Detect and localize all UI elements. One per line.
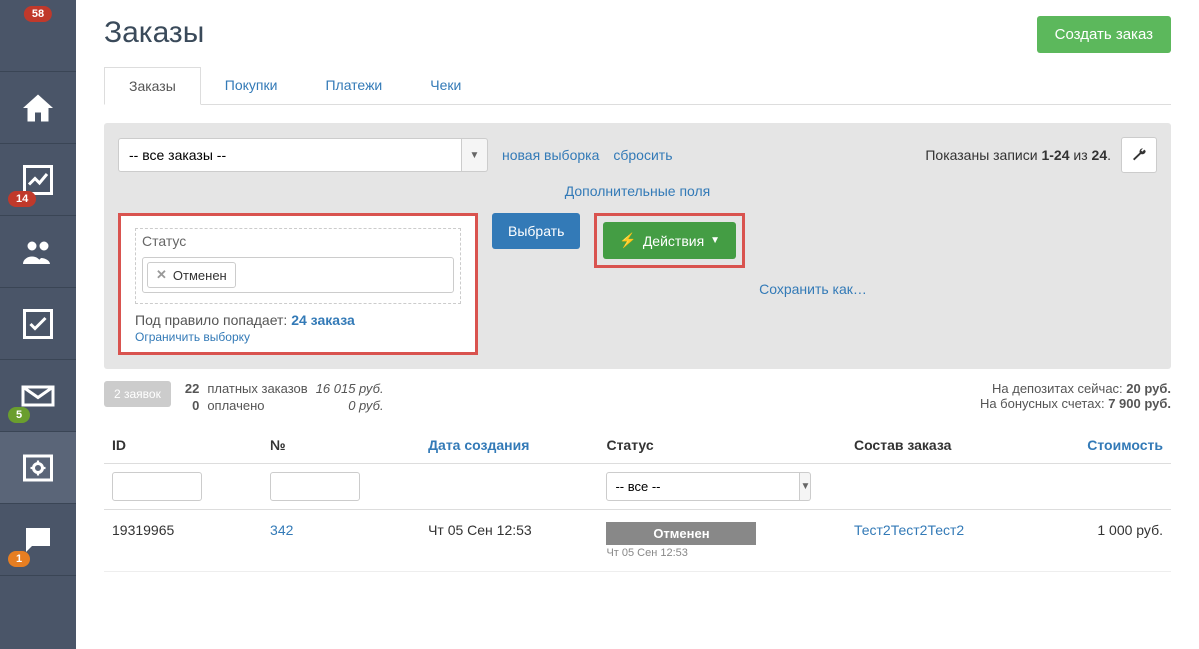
cell-content-link[interactable]: Тест2Тест2Тест2 [854,522,964,538]
close-icon[interactable]: ✕ [156,267,167,283]
col-no: № [262,427,420,464]
badge-count: 58 [24,6,52,22]
col-status: Статус [598,427,846,464]
sidebar-item-mail[interactable]: 5 [0,360,76,432]
reset-link[interactable]: сбросить [613,147,672,163]
filter-status-select[interactable]: ▼ [606,472,756,501]
wrench-icon [1131,147,1147,163]
safe-icon [20,450,56,486]
tabs: Заказы Покупки Платежи Чеки [104,67,1171,105]
tab-purchases[interactable]: Покупки [201,67,302,104]
select-button[interactable]: Выбрать [492,213,580,249]
tab-orders[interactable]: Заказы [104,67,201,105]
orders-table: ID № Дата создания Статус Состав заказа … [104,427,1171,572]
cell-cost: 1 000 руб. [1034,510,1171,572]
tab-receipts[interactable]: Чеки [406,67,485,104]
extra-fields-link[interactable]: Дополнительные поля [565,183,711,199]
col-content: Состав заказа [846,427,1034,464]
new-selection-link[interactable]: новая выборка [502,147,599,163]
main-content: Заказы Создать заказ Заказы Покупки Плат… [76,0,1199,649]
status-filter-box: Статус ✕ Отменен Под правило попадает: 2… [118,213,478,355]
chevron-down-icon[interactable]: ▼ [462,138,488,172]
badge-count: 14 [8,191,36,207]
records-shown: Показаны записи 1-24 из 24. [925,147,1111,163]
cell-date: Чт 05 Сен 12:53 [420,510,598,572]
sidebar-item-safe[interactable] [0,432,76,504]
tab-payments[interactable]: Платежи [301,67,406,104]
sidebar-item-tasks[interactable] [0,288,76,360]
status-badge: Отменен [606,522,756,545]
bolt-icon: ⚡ [619,232,636,249]
orders-filter-select[interactable]: ▼ [118,138,488,172]
check-icon [20,306,56,342]
orders-filter-input[interactable] [118,138,462,172]
stats-row: 2 заявок 22 платных заказов 16 015 руб. … [104,381,1171,413]
chevron-down-icon: ▼ [710,235,720,246]
sidebar-item-top[interactable]: 58 [0,0,76,72]
table-row: 19319965 342 Чт 05 Сен 12:53 Отменен Чт … [104,510,1171,572]
create-order-button[interactable]: Создать заказ [1037,16,1171,53]
status-tag: ✕ Отменен [147,262,236,288]
page-title: Заказы [104,16,204,50]
filter-panel: ▼ новая выборка сбросить Показаны записи… [104,123,1171,369]
badge-count: 1 [8,551,30,567]
col-id: ID [104,427,262,464]
sidebar-item-users[interactable] [0,216,76,288]
cell-id: 19319965 [104,510,262,572]
sidebar-item-chat[interactable]: 1 [0,504,76,576]
cell-status: Отменен Чт 05 Сен 12:53 [598,510,846,572]
col-cost[interactable]: Стоимость [1034,427,1171,464]
filter-id-input[interactable] [112,472,202,501]
sidebar: 58 14 5 1 [0,0,76,649]
table-filter-row: ▼ [104,464,1171,510]
cell-no-link[interactable]: 342 [270,522,293,538]
status-tag-input[interactable]: ✕ Отменен [142,257,454,293]
users-icon [20,234,56,270]
save-as-link[interactable]: Сохранить как… [759,271,867,297]
sidebar-item-home[interactable] [0,72,76,144]
rule-match-text: Под правило попадает: 24 заказа [135,312,461,328]
sidebar-item-analytics[interactable]: 14 [0,144,76,216]
status-label: Статус [136,229,460,249]
col-date[interactable]: Дата создания [420,427,598,464]
actions-button[interactable]: ⚡ Действия ▼ [603,222,736,259]
home-icon [20,90,56,126]
badge-count: 5 [8,407,30,423]
actions-highlight: ⚡ Действия ▼ [594,213,745,268]
limit-selection-link[interactable]: Ограничить выборку [135,330,250,344]
filter-no-input[interactable] [270,472,360,501]
chevron-down-icon[interactable]: ▼ [800,472,811,501]
requests-badge: 2 заявок [104,381,171,407]
settings-button[interactable] [1121,137,1157,173]
